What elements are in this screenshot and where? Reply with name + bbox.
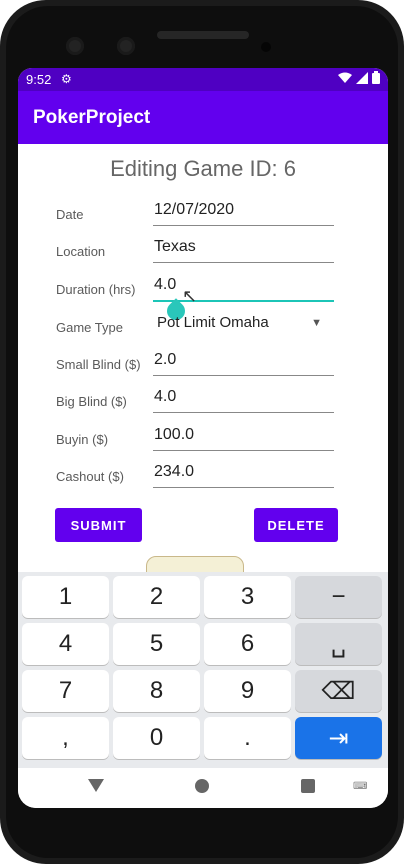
battery-icon bbox=[372, 71, 380, 84]
key-4[interactable]: 4 bbox=[22, 623, 109, 665]
space-key[interactable]: ␣ bbox=[295, 623, 382, 665]
cashout-field[interactable]: 234.0 bbox=[153, 459, 334, 488]
camera-left bbox=[66, 37, 84, 55]
buyin-field[interactable]: 100.0 bbox=[153, 422, 334, 451]
big-blind-field[interactable]: 4.0 bbox=[153, 384, 334, 413]
duration-label: Duration (hrs) bbox=[56, 282, 136, 297]
keyboard-switch-icon[interactable]: ⌨ bbox=[353, 781, 367, 792]
key-9[interactable]: 9 bbox=[204, 670, 291, 712]
phone-frame: 9:52 ⚙ PokerProject Editing Game ID: 6 D… bbox=[0, 0, 404, 864]
backspace-key[interactable]: ⌫ bbox=[295, 670, 382, 712]
key-1[interactable]: 1 bbox=[22, 576, 109, 618]
app-title: PokerProject bbox=[33, 107, 151, 128]
screen: 9:52 ⚙ PokerProject Editing Game ID: 6 D… bbox=[18, 68, 388, 808]
cashout-label: Cashout ($) bbox=[56, 469, 124, 484]
key-comma[interactable]: , bbox=[22, 717, 109, 759]
gear-icon: ⚙ bbox=[61, 72, 72, 86]
status-time: 9:52 bbox=[26, 72, 52, 87]
duration-field[interactable]: 4.0 bbox=[153, 272, 334, 302]
form-row-big-blind: Big Blind ($) 4.0 bbox=[18, 384, 388, 420]
key-8[interactable]: 8 bbox=[113, 670, 200, 712]
app-bar: PokerProject bbox=[18, 91, 388, 144]
key-3[interactable]: 3 bbox=[204, 576, 291, 618]
status-bar: 9:52 ⚙ bbox=[18, 68, 388, 91]
small-blind-label: Small Blind ($) bbox=[56, 357, 141, 372]
system-navigation-bar: ⌨ bbox=[18, 768, 388, 808]
form-row-location: Location Texas bbox=[18, 234, 388, 270]
key-6[interactable]: 6 bbox=[204, 623, 291, 665]
proximity-sensor bbox=[261, 42, 271, 52]
delete-button[interactable]: DELETE bbox=[254, 508, 338, 542]
form-actions: SUBMIT DELETE bbox=[18, 508, 388, 544]
date-field[interactable]: 12/07/2020 bbox=[153, 197, 334, 226]
wifi-icon bbox=[338, 72, 352, 83]
home-icon[interactable] bbox=[195, 779, 209, 793]
game-type-select[interactable]: Pot Limit Omaha ▼ bbox=[157, 310, 322, 338]
form-row-small-blind: Small Blind ($) 2.0 bbox=[18, 347, 388, 383]
mouse-pointer-icon: ↖ bbox=[182, 286, 198, 306]
dropdown-arrow-icon: ▼ bbox=[311, 317, 322, 329]
key-5[interactable]: 5 bbox=[113, 623, 200, 665]
camera-right bbox=[117, 37, 135, 55]
recents-icon[interactable] bbox=[301, 779, 315, 793]
earpiece-speaker bbox=[157, 31, 249, 39]
date-label: Date bbox=[56, 207, 84, 222]
key-minus[interactable]: − bbox=[295, 576, 382, 618]
numeric-keyboard: 1 2 3 − 4 5 6 ␣ 7 8 9 ⌫ , 0 . ⇥ bbox=[18, 572, 388, 768]
game-type-label: Game Type bbox=[56, 320, 123, 335]
signal-icon bbox=[356, 71, 368, 84]
form-row-duration: Duration (hrs) 4.0 bbox=[18, 272, 388, 324]
form-row-buyin: Buyin ($) 100.0 bbox=[18, 422, 388, 458]
location-label: Location bbox=[56, 244, 106, 259]
key-2[interactable]: 2 bbox=[113, 576, 200, 618]
key-0[interactable]: 0 bbox=[113, 717, 200, 759]
form-row-game-type: Game Type Pot Limit Omaha ▼ bbox=[18, 310, 388, 346]
key-period[interactable]: . bbox=[204, 717, 291, 759]
back-icon[interactable] bbox=[88, 779, 104, 792]
submit-button[interactable]: SUBMIT bbox=[55, 508, 142, 542]
key-7[interactable]: 7 bbox=[22, 670, 109, 712]
big-blind-label: Big Blind ($) bbox=[56, 394, 127, 409]
status-icons bbox=[338, 71, 380, 84]
form-row-cashout: Cashout ($) 234.0 bbox=[18, 459, 388, 495]
small-blind-field[interactable]: 2.0 bbox=[153, 347, 334, 376]
location-field[interactable]: Texas bbox=[153, 234, 334, 263]
game-type-value: Pot Limit Omaha bbox=[157, 314, 269, 331]
edit-game-form: Editing Game ID: 6 Date 12/07/2020 Locat… bbox=[18, 144, 388, 574]
form-row-date: Date 12/07/2020 bbox=[18, 197, 388, 233]
next-field-key[interactable]: ⇥ bbox=[295, 717, 382, 759]
form-title: Editing Game ID: 6 bbox=[110, 156, 296, 181]
buyin-label: Buyin ($) bbox=[56, 432, 109, 447]
